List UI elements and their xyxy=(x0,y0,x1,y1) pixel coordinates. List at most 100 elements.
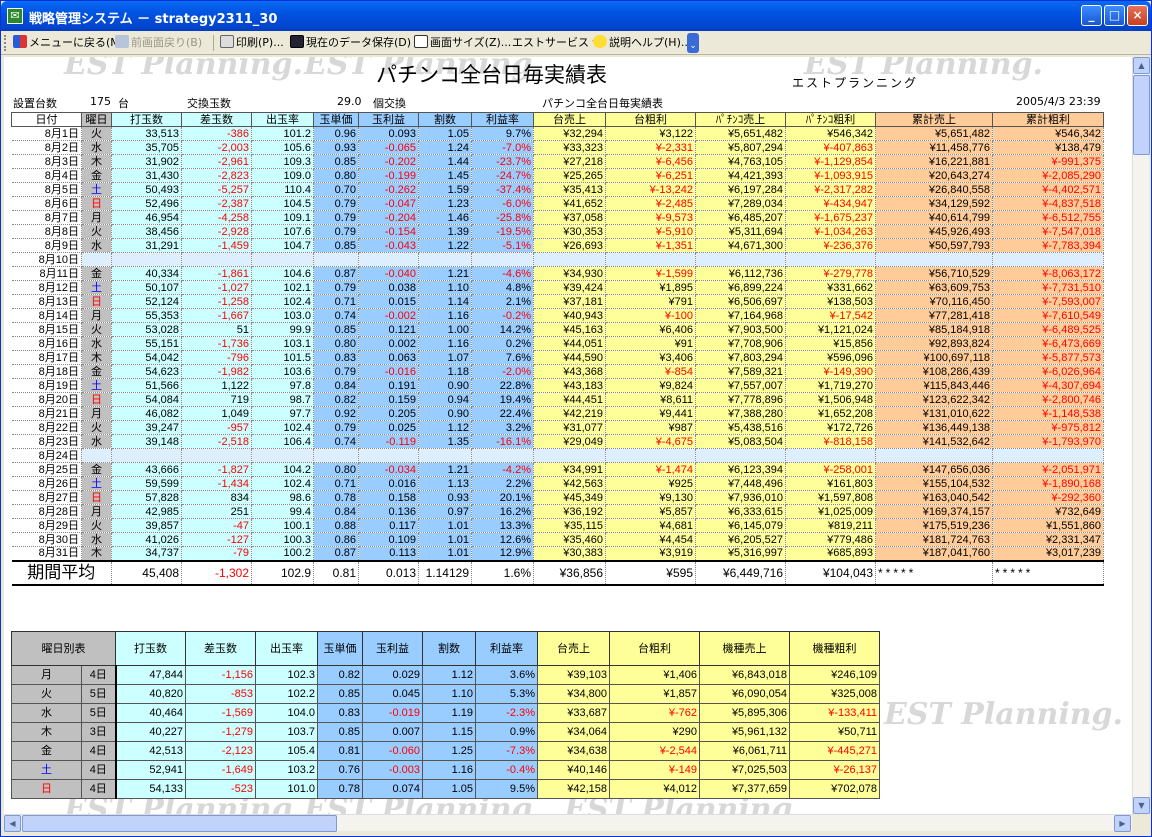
table-cell: ¥4,681 xyxy=(605,518,696,533)
menu-return-button[interactable]: メニューに戻る(M) xyxy=(13,35,124,51)
table-row[interactable]: 8月2日水 35,705 -2,003 105.6 0.93 -0.065 1.24 -7.0… xyxy=(11,140,1104,155)
save-data-button[interactable]: 現在のデータ保存(D) xyxy=(290,35,411,51)
table-row[interactable]: 8月10日 xyxy=(11,252,1104,267)
table-cell: 0.80 xyxy=(313,462,359,477)
table-row[interactable]: 8月24日 xyxy=(11,448,1104,463)
table-cell: 0.92 xyxy=(313,406,359,421)
table-row[interactable]: 8月29日火 39,857 -47 100.1 0.88 0.117 1.01 13.3% ¥3… xyxy=(11,518,1104,533)
table-cell: 109.0 xyxy=(251,168,314,183)
table-cell: ¥5,316,997 xyxy=(695,546,786,561)
table-cell: 1.22 xyxy=(418,238,472,253)
table-row[interactable]: 8月30日水 41,026 -127 100.3 0.86 0.109 1.01 12.6% ¥… xyxy=(11,532,1104,547)
toolbar-grip[interactable] xyxy=(4,35,7,51)
table-row[interactable]: 日 4日 54,133 -523 101.0 0.78 0.074 1.05 9.5% ¥42,1… xyxy=(11,779,880,799)
window-size-button[interactable]: 画面サイズ(Z)... xyxy=(414,35,511,51)
scroll-down-icon[interactable]: ▼ xyxy=(1133,797,1150,814)
scroll-up-icon[interactable]: ▲ xyxy=(1133,57,1150,74)
table-row[interactable]: 8月26日土 59,599 -1,434 102.4 0.71 0.016 1.13 2.2%… xyxy=(11,476,1104,491)
table-cell: ¥5,961,132 xyxy=(699,722,790,742)
column-header: 機種粗利 xyxy=(789,631,880,666)
vertical-scrollbar[interactable]: ▲ ▼ xyxy=(1132,57,1150,814)
table-cell: ¥-4,675 xyxy=(605,434,696,449)
table-row[interactable]: 8月15日火 53,028 51 99.9 0.85 0.121 1.00 14.2% ¥45,… xyxy=(11,322,1104,337)
table-row[interactable]: 8月12日土 50,107 -1,027 102.1 0.79 0.038 1.10 4.8%… xyxy=(11,280,1104,295)
table-cell: 105.6 xyxy=(251,140,314,155)
table-cell: 54,133 xyxy=(114,779,186,799)
window-size-icon xyxy=(414,35,428,48)
table-row[interactable]: 8月17日木 54,042 -796 101.5 0.83 0.063 1.07 7.6% ¥4… xyxy=(11,350,1104,365)
table-cell: ¥546,342 xyxy=(785,126,876,141)
table-row[interactable]: 8月19日土 51,566 1,122 97.8 0.84 0.191 0.90 22.8% ¥… xyxy=(11,378,1104,393)
toolbar-overflow-chevron-icon[interactable]: ⌄ xyxy=(687,33,699,53)
table-cell: 火 xyxy=(81,518,112,533)
table-cell: 0.093 xyxy=(358,126,419,141)
table-row[interactable]: 火 5日 40,820 -853 102.2 0.85 0.045 1.10 5.3% ¥34,8… xyxy=(11,684,880,704)
table-row[interactable]: 8月23日水 39,148 -2,518 106.4 0.74 -0.119 1.35 -16… xyxy=(11,434,1104,449)
table-row[interactable]: 月 4日 47,844 -1,156 102.3 0.82 0.029 1.12 3.6% ¥39… xyxy=(11,665,880,685)
table-cell: 火 xyxy=(81,322,112,337)
table-row[interactable]: 8月22日火 39,247 -957 102.4 0.79 0.025 1.12 3.2% ¥3… xyxy=(11,420,1104,435)
column-header: 玉利益 xyxy=(362,631,423,666)
table-cell: -2,961 xyxy=(181,154,252,169)
app-icon[interactable]: ✉ xyxy=(7,8,23,24)
table-row[interactable]: 8月21日月 46,082 1,049 97.7 0.92 0.205 0.90 22.4% ¥… xyxy=(11,406,1104,421)
print-button[interactable]: 印刷(P)... xyxy=(220,35,284,51)
table-row[interactable]: 8月5日土 50,493 -5,257 110.4 0.70 -0.262 1.59 -37.… xyxy=(11,182,1104,197)
table-cell: ¥7,025,503 xyxy=(699,760,790,780)
column-header: 累計売上 xyxy=(875,112,993,127)
table-cell: ¥4,671,300 xyxy=(695,238,786,253)
table-row[interactable]: 8月1日火 33,513 -386 101.2 0.96 0.093 1.05 9.7% ¥32… xyxy=(11,126,1104,141)
table-row[interactable]: 8月3日木 31,902 -2,961 109.3 0.85 -0.202 1.44 -23.… xyxy=(11,154,1104,169)
table-cell: ¥26,840,558 xyxy=(875,182,993,197)
back-button[interactable]: 前画面戻り(B) xyxy=(115,35,202,51)
table-cell: ¥-6,026,964 xyxy=(992,364,1104,379)
table-cell: -1,982 xyxy=(181,364,252,379)
maximize-button[interactable]: □ xyxy=(1104,5,1125,26)
table-cell xyxy=(533,448,606,463)
horizontal-scroll-thumb[interactable] xyxy=(22,815,337,832)
table-cell: ¥-7,547,018 xyxy=(992,224,1104,239)
horizontal-scrollbar[interactable]: ◀ ▶ xyxy=(4,814,1132,832)
table-cell: 4.8% xyxy=(471,280,534,295)
minimize-button[interactable]: _ xyxy=(1081,5,1102,26)
table-cell: -7.3% xyxy=(475,741,538,761)
table-row[interactable]: 8月8日火 38,456 -2,928 107.6 0.79 -0.154 1.39 -19.… xyxy=(11,224,1104,239)
help-button[interactable]: 説明ヘルプ(H)... xyxy=(593,35,691,51)
table-row[interactable]: 8月18日金 54,623 -1,982 103.6 0.79 -0.016 1.18 -2.… xyxy=(11,364,1104,379)
vertical-scroll-thumb[interactable] xyxy=(1133,75,1150,155)
table-row[interactable]: 水 5日 40,464 -1,569 104.0 0.83 -0.019 1.19 -2.3% ¥… xyxy=(11,703,880,723)
table-row[interactable]: 8月9日水 31,291 -1,459 104.7 0.85 -0.043 1.22 -5.1… xyxy=(11,238,1104,253)
average-cell: 102.9 xyxy=(251,559,314,586)
table-row[interactable]: 8月7日月 46,954 -4,258 109.1 0.79 -0.204 1.46 -25.… xyxy=(11,210,1104,225)
table-cell: ¥42,563 xyxy=(533,476,606,491)
table-row[interactable]: 8月14日月 55,353 -1,667 103.0 0.74 -0.002 1.16 -0.… xyxy=(11,308,1104,323)
table-cell: 1.44 xyxy=(418,154,472,169)
scroll-left-icon[interactable]: ◀ xyxy=(4,815,21,832)
table-row[interactable]: 8月27日日 57,828 834 98.6 0.78 0.158 0.93 20.1% ¥45… xyxy=(11,490,1104,505)
table-cell: 31,902 xyxy=(111,154,182,169)
table-row[interactable]: 8月31日木 34,737 -79 100.2 0.87 0.113 1.01 12.9% ¥3… xyxy=(11,546,1104,561)
table-row[interactable]: 8月4日金 31,430 -2,823 109.0 0.80 -0.199 1.45 -24.… xyxy=(11,168,1104,183)
table-row[interactable]: 土 4日 52,941 -1,649 103.2 0.76 -0.003 1.16 -0.4% ¥… xyxy=(11,760,880,780)
table-cell: 8月28日 xyxy=(11,504,82,519)
table-cell: ¥44,590 xyxy=(533,350,606,365)
table-row[interactable]: 8月28日月 42,985 251 99.4 0.84 0.136 0.97 16.2% ¥36… xyxy=(11,504,1104,519)
table-cell: ¥7,164,968 xyxy=(695,308,786,323)
est-service-menu[interactable]: エストサービス ▾ xyxy=(512,35,598,51)
table-cell: 0.109 xyxy=(358,532,419,547)
table-row[interactable]: 8月13日日 52,124 -1,258 102.4 0.71 0.015 1.14 2.1%… xyxy=(11,294,1104,309)
table-row[interactable]: 8月11日金 40,334 -1,861 104.6 0.87 -0.040 1.21 -4.… xyxy=(11,266,1104,281)
table-cell xyxy=(313,448,359,463)
title-bar[interactable]: ✉ 戦略管理システム － strategy2311_30 _ □ × xyxy=(1,1,1151,31)
close-button[interactable]: × xyxy=(1127,5,1148,26)
table-row[interactable]: 8月16日水 55,151 -1,736 103.1 0.80 0.002 1.16 0.2%… xyxy=(11,336,1104,351)
table-row[interactable]: 8月20日日 54,084 719 98.7 0.82 0.159 0.94 19.4% ¥44… xyxy=(11,392,1104,407)
table-row[interactable]: 木 3日 40,227 -1,279 103.7 0.85 0.007 1.15 0.9% ¥34… xyxy=(11,722,880,742)
table-row[interactable]: 8月25日金 43,666 -1,827 104.2 0.80 -0.034 1.21 -4.… xyxy=(11,462,1104,477)
table-cell xyxy=(251,448,314,463)
scroll-right-icon[interactable]: ▶ xyxy=(1114,815,1131,832)
table-row[interactable]: 8月6日日 52,496 -2,387 104.5 0.79 -0.047 1.23 -6.0… xyxy=(11,196,1104,211)
table-row[interactable]: 金 4日 42,513 -2,123 105.4 0.81 -0.060 1.25 -7.3% ¥… xyxy=(11,741,880,761)
table-cell: ¥34,064 xyxy=(537,722,610,742)
table-cell: -25.8% xyxy=(471,210,534,225)
